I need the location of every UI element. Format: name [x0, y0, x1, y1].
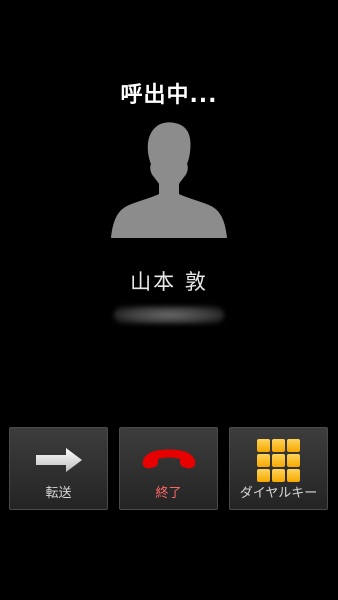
dialpad-key-icon [287, 453, 300, 467]
dialpad-key-icon [257, 453, 270, 467]
dialpad-key-icon [272, 468, 285, 482]
dialpad-key-icon [287, 438, 300, 452]
end-call-button[interactable]: 終了 [119, 427, 218, 510]
dialpad-key-icon [287, 468, 300, 482]
dialpad-label: ダイヤルキー [239, 486, 318, 501]
person-silhouette-icon [111, 122, 227, 238]
caller-name: 山本 敦 [130, 270, 208, 294]
caller-avatar-icon [107, 120, 231, 238]
dialpad-key-icon [272, 453, 285, 467]
dialpad-key-icon [257, 438, 270, 452]
caller-number-blurred [114, 306, 224, 324]
dialpad-grid-icon [230, 438, 327, 482]
end-call-label: 終了 [155, 486, 182, 501]
call-status: 呼出中... [120, 83, 218, 108]
arrow-right-icon [10, 440, 107, 480]
dialpad-button[interactable]: ダイヤルキー [229, 427, 328, 510]
transfer-label: 転送 [45, 486, 72, 501]
dialpad-key-icon [272, 438, 285, 452]
transfer-button[interactable]: 転送 [9, 427, 108, 510]
phone-hangup-icon [120, 440, 217, 480]
call-actions: 転送 終了 ダイヤルキー [9, 427, 329, 511]
dialpad-key-icon [257, 468, 270, 482]
